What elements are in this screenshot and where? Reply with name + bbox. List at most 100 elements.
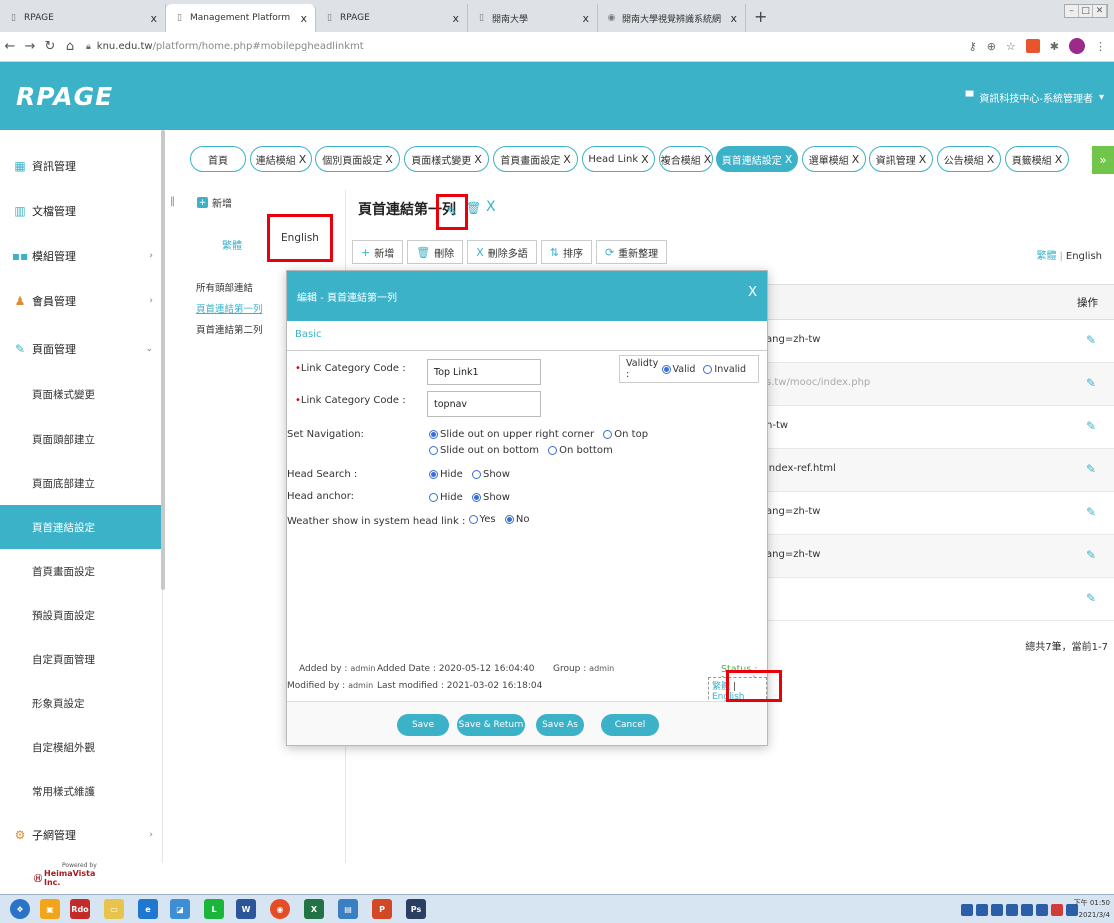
tray-icon[interactable] [1051, 904, 1063, 916]
close-icon[interactable]: x [150, 12, 157, 25]
new-tab-button[interactable]: + [746, 7, 775, 32]
tab-close-icon[interactable]: X [385, 153, 393, 166]
tab-close-icon[interactable]: X [299, 153, 307, 166]
close-icon[interactable]: x [730, 12, 737, 25]
lang-traditional-link[interactable]: 繁體 [1037, 251, 1057, 262]
folder-icon[interactable]: ▭ [104, 899, 124, 919]
radio-weather-yes[interactable]: Yes [468, 514, 496, 525]
tab-close-icon[interactable]: X [852, 153, 860, 166]
sidebar-item-member-management[interactable]: ♟ 會員管理 › [0, 279, 163, 323]
page-tab[interactable]: 頁籤模組 X [1005, 146, 1069, 172]
page-tab-active[interactable]: 頁首連結設定 X [716, 146, 798, 172]
start-button[interactable]: ❖ [10, 899, 30, 919]
reload-icon[interactable]: ↻ [40, 39, 60, 54]
radio-slide-bottom[interactable]: Slide out on bottom [429, 445, 539, 456]
profile-avatar[interactable] [1069, 38, 1085, 54]
system-clock[interactable]: 下午 01:50 2021/3/4 [1074, 897, 1110, 921]
cancel-button[interactable]: Cancel [601, 714, 659, 736]
close-icon[interactable]: X [486, 199, 496, 215]
zoom-icon[interactable]: ⊕ [987, 40, 996, 53]
back-icon[interactable]: ← [0, 39, 20, 54]
sidebar-subitem[interactable]: 首頁畫面設定 [0, 549, 163, 593]
radio-anchor-show[interactable]: Show [472, 492, 510, 503]
save-button[interactable]: Save [397, 714, 449, 736]
edit-icon[interactable]: ✎ [1086, 591, 1096, 605]
tray-icon[interactable] [961, 904, 973, 916]
sidebar-item-subsite-management[interactable]: ⚙ 子網管理 › [0, 813, 163, 857]
powerpoint-icon[interactable]: P [372, 899, 392, 919]
tree-add-button[interactable]: + 新增 [197, 195, 232, 210]
link-category-code-input-2[interactable]: topnav [427, 391, 541, 417]
tray-icon[interactable] [1021, 904, 1033, 916]
close-icon[interactable]: x [452, 12, 459, 25]
word-icon[interactable]: W [236, 899, 256, 919]
home-icon[interactable]: ⌂ [60, 39, 80, 54]
tab-close-icon[interactable]: X [919, 153, 927, 166]
menu-icon[interactable]: ⋮ [1095, 40, 1106, 53]
tree-item[interactable]: 所有頭部連結 [196, 278, 263, 299]
edit-icon[interactable]: ✎ [1086, 505, 1096, 519]
page-tab[interactable]: 個別頁面設定 X [315, 146, 400, 172]
tab-basic[interactable]: Basic [295, 329, 321, 340]
sidebar-subitem[interactable]: 頁面頭部建立 [0, 417, 163, 461]
browser-tab[interactable]: ▯ RPAGE x [316, 4, 468, 32]
tab-close-icon[interactable]: X [563, 153, 571, 166]
browser-tab[interactable]: ▯ 開南大學 x [468, 4, 598, 32]
sidebar-subitem[interactable]: 頁面底部建立 [0, 461, 163, 505]
add-button[interactable]: + 新增 [352, 240, 404, 264]
trash-icon[interactable]: 🗑︎ [466, 201, 481, 215]
tab-close-icon[interactable]: X [1055, 153, 1063, 166]
ie-icon[interactable]: e [138, 899, 158, 919]
lang-english-link[interactable]: English [1066, 251, 1102, 262]
refresh-button[interactable]: ⟳ 重新整理 [595, 240, 668, 264]
sidebar-subitem[interactable]: 常用樣式維護 [0, 769, 163, 813]
sidebar-subitem[interactable]: 自定頁面管理 [0, 637, 163, 681]
collapse-panel-icon[interactable]: ‖ [170, 196, 175, 207]
tab-close-icon[interactable]: X [987, 153, 995, 166]
taskbar-app-icon[interactable]: ▣ [40, 899, 60, 919]
lang-tab-traditional[interactable]: 繁體 [222, 237, 242, 252]
forward-icon[interactable]: → [20, 39, 40, 54]
tab-close-icon[interactable]: X [704, 153, 712, 166]
edit-icon[interactable]: ✎ [1086, 419, 1096, 433]
save-and-return-button[interactable]: Save & Return [457, 714, 525, 736]
tabs-next-button[interactable]: » [1092, 146, 1114, 174]
page-tab[interactable]: 頁面樣式變更 X [404, 146, 489, 172]
sidebar-item-module-management[interactable]: ▪▪ 模組管理 › [0, 234, 163, 278]
sidebar-subitem[interactable]: 自定模組外觀 [0, 725, 163, 769]
excel-icon[interactable]: X [304, 899, 324, 919]
tree-item[interactable]: 頁首連結第二列 [196, 320, 263, 341]
photoshop-icon[interactable]: Ps [406, 899, 426, 919]
save-as-button[interactable]: Save As [536, 714, 584, 736]
line-icon[interactable]: L [204, 899, 224, 919]
radio-valid[interactable]: Valid [661, 364, 695, 375]
page-tab[interactable]: 首頁 [190, 146, 246, 172]
radio-invalid[interactable]: Invalid [703, 364, 746, 375]
tab-close-icon[interactable]: X [785, 153, 793, 166]
edit-icon[interactable]: ✎ [1086, 333, 1096, 347]
star-icon[interactable]: ☆ [1006, 40, 1016, 53]
sidebar-subitem[interactable]: 形象頁設定 [0, 681, 163, 725]
edit-icon[interactable]: ✎ [1086, 376, 1096, 390]
edit-icon[interactable]: ✎ [436, 194, 468, 230]
page-tab[interactable]: 複合模組 X [659, 146, 713, 172]
sidebar-subitem-active[interactable]: 頁首連結設定 [0, 505, 163, 549]
chrome-icon[interactable]: ◉ [270, 899, 290, 919]
taskbar-app-rdo[interactable]: Rdo [70, 899, 90, 919]
tab-close-icon[interactable]: X [474, 153, 482, 166]
page-tab[interactable]: Head Link X [582, 146, 655, 172]
sidebar-subitem[interactable]: 預設頁面設定 [0, 593, 163, 637]
radio-on-top[interactable]: On top [603, 429, 648, 440]
edit-icon[interactable]: ✎ [1086, 548, 1096, 562]
user-menu[interactable]: ▀ 資訊科技中心-系統管理者 ▾ [966, 90, 1104, 105]
sidebar-item-document-management[interactable]: ▥ 文檔管理 [0, 189, 163, 233]
page-tab[interactable]: 首頁畫面設定 X [493, 146, 578, 172]
page-tab[interactable]: 資訊管理 X [869, 146, 933, 172]
url-field[interactable]: 🔒︎ knu.edu.tw/platform/home.php#mobilepg… [86, 41, 364, 52]
radio-search-show[interactable]: Show [472, 469, 510, 480]
tray-icon[interactable] [1036, 904, 1048, 916]
page-tab[interactable]: 選單模組 X [802, 146, 866, 172]
browser-tab[interactable]: ▯ RPAGE x [0, 4, 166, 32]
sort-button[interactable]: ⇅ 排序 [540, 240, 592, 264]
maximize-icon[interactable]: □ [1079, 5, 1093, 17]
